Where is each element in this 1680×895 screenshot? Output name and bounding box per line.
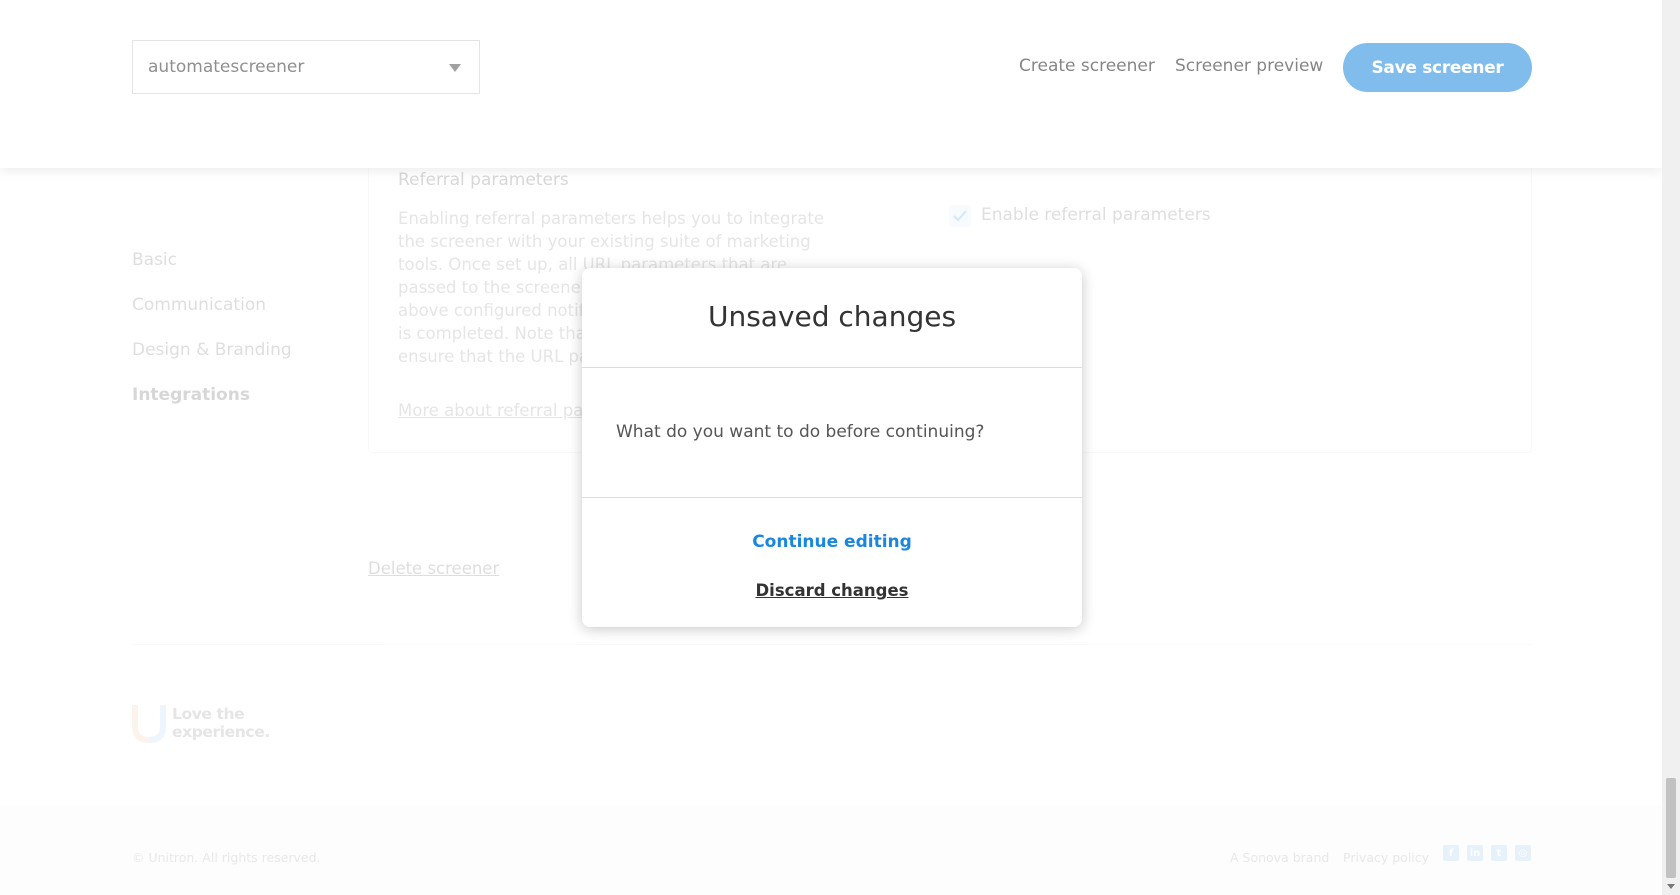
- discard-changes-button[interactable]: Discard changes: [582, 581, 1082, 600]
- dialog-title: Unsaved changes: [707, 300, 957, 333]
- page-scrollbar[interactable]: [1662, 0, 1680, 895]
- unsaved-changes-dialog: Unsaved changes What do you want to do b…: [582, 268, 1082, 627]
- scrollbar-thumb[interactable]: [1666, 778, 1676, 878]
- continue-editing-button[interactable]: Continue editing: [582, 532, 1082, 552]
- dialog-divider-bottom: [582, 497, 1082, 498]
- dialog-divider-top: [582, 367, 1082, 368]
- scroll-down-arrow-icon[interactable]: [1667, 884, 1675, 889]
- dialog-message: What do you want to do before continuing…: [616, 422, 985, 442]
